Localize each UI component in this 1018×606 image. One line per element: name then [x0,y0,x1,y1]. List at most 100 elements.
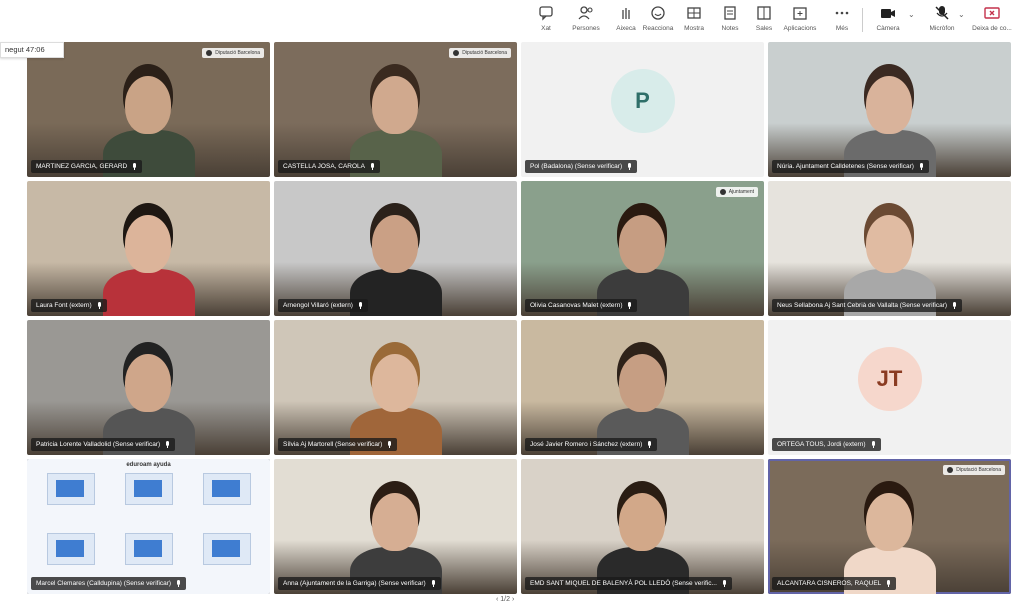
participant-name: ALCANTARA CISNEROS, RAQUEL [777,580,882,587]
camera-icon [866,4,910,22]
microphone-icon [176,580,181,587]
participant-tile[interactable]: Anna (Ajuntament de la Garriga) (Sense v… [274,459,517,594]
participant-tile[interactable]: José Javier Romero i Sánchez (extern) [521,320,764,455]
microphone-icon [165,441,170,448]
toolbar-share-button[interactable]: Deixa de co... [970,4,1014,36]
toolbar-label: Xat [541,25,551,32]
avatar: P [610,69,675,134]
participant-tile[interactable]: Laura Font (extern) [27,181,270,316]
meeting-toolbar: Xat Persones Aixeca Reacciona Mostra Notes Sal… [520,0,1018,38]
participant-name: MARTINEZ GARCIA, GERARD [36,163,128,170]
toolbar-microphone-button[interactable]: Micròfon [920,4,964,36]
participant-video [521,320,764,455]
toolbar-camera-button[interactable]: Càmera [866,4,910,36]
organization-logo: Diputació Barcelona [943,465,1005,475]
apps-icon [778,4,822,22]
microphone-icon [886,580,891,587]
toolbar-label: Càmera [876,25,900,32]
chat-icon [524,4,568,22]
shared-screen-thumbnail [203,473,251,505]
participant-video [274,320,517,455]
participant-name-label: José Javier Romero i Sánchez (extern) [525,438,658,451]
toolbar-chat-button[interactable]: Xat [524,4,568,36]
participant-tile[interactable]: Neus Sellabona Aj Sant Cebrià de Vallalt… [768,181,1011,316]
microphone-icon [132,163,137,170]
participant-tile[interactable]: Sílvia Aj Martorell (Sense verificar) [274,320,517,455]
participant-video [768,459,1011,594]
participant-name-label: Sílvia Aj Martorell (Sense verificar) [278,438,398,451]
people-icon [564,4,608,22]
toolbar-label: Més [835,25,849,32]
participant-tile[interactable]: Patricia Lorente Valladolid (Sense verif… [27,320,270,455]
microphone-icon [952,302,957,309]
participant-tile[interactable]: EMD SANT MIQUEL DE BALENYÀ POL LLEDÓ (Se… [521,459,764,594]
participant-video [274,181,517,316]
toolbar-label: Deixa de co... [972,25,1012,32]
participant-name-label: CASTELLA JOSA, CAROLA [278,160,381,173]
participant-tile[interactable]: Ajuntament Olivia Casanovas Malet (extern… [521,181,764,316]
shared-screen-title: eduroam ayuda [126,462,171,468]
organization-logo: Ajuntament [715,187,758,197]
more-icon [820,4,864,22]
participant-name: Sílvia Aj Martorell (Sense verificar) [283,441,383,448]
chevron-down-icon[interactable]: ⌄ [958,10,965,19]
participant-tile[interactable]: Diputació Barcelona CASTELLA JOSA, CAROLA [274,42,517,177]
participant-name-label: Anna (Ajuntament de la Garriga) (Sense v… [278,577,441,590]
participant-name: Arnengol Villaró (extern) [283,302,353,309]
toolbar-people-button[interactable]: Persones [564,4,608,36]
microphone-icon [358,302,363,309]
participant-name: Núria. Ajuntament Calldetenes (Sense ver… [777,163,914,170]
microphone-icon [647,441,652,448]
avatar: JT [857,347,922,412]
participant-tile[interactable]: Diputació Barcelona ALCANTARA CISNEROS, R… [768,459,1011,594]
microphone-icon [627,302,632,309]
participant-tile[interactable]: Núria. Ajuntament Calldetenes (Sense ver… [768,42,1011,177]
participant-name-label: ALCANTARA CISNEROS, RAQUEL [772,577,897,590]
video-grid: Diputació Barcelona MARTINEZ GARCIA, GERA… [27,42,1011,594]
shared-screen: eduroam ayuda [27,459,270,594]
chevron-down-icon[interactable]: ⌄ [908,10,915,19]
participant-name-label: Pol (Badalona) (Sense verificar) [525,160,638,173]
participant-tile[interactable]: eduroam ayuda Marcel Clemares (Calldupina… [27,459,270,594]
participant-video [768,181,1011,316]
toolbar-more-button[interactable]: Més [820,4,864,36]
participant-tile[interactable]: P Pol (Badalona) (Sense verificar) [521,42,764,177]
participant-name: Olivia Casanovas Malet (extern) [530,302,623,309]
participant-tile[interactable]: Arnengol Villaró (extern) [274,181,517,316]
participant-video [521,181,764,316]
participant-name: EMD SANT MIQUEL DE BALENYÀ POL LLEDÓ (Se… [530,580,717,587]
toolbar-label: Aplicacions [783,25,817,32]
microphone-icon [97,302,102,309]
participant-name: ORTEGA TOUS, Jordi (extern) [777,441,866,448]
participant-name-label: Neus Sellabona Aj Sant Cebrià de Vallalt… [772,299,963,312]
participant-name-label: MARTINEZ GARCIA, GERARD [31,160,143,173]
shared-screen-thumbnail [203,533,251,565]
participant-video [768,42,1011,177]
participant-name: José Javier Romero i Sánchez (extern) [530,441,643,448]
organization-logo: Diputació Barcelona [202,48,264,58]
microphone-icon [387,441,392,448]
toolbar-apps-button[interactable]: Aplicacions [778,4,822,36]
toolbar-label: Micròfon [929,25,955,32]
microphone-icon [370,163,375,170]
participant-name: Anna (Ajuntament de la Garriga) (Sense v… [283,580,426,587]
participant-video [27,181,270,316]
participant-video [27,42,270,177]
participant-tile[interactable]: JT ORTEGA TOUS, Jordi (extern) [768,320,1011,455]
participant-name: Neus Sellabona Aj Sant Cebrià de Vallalt… [777,302,948,309]
grid-pager[interactable]: ‹ 1/2 › [496,596,514,603]
participant-video [274,459,517,594]
participant-name: Laura Font (extern) [36,302,92,309]
participant-name-label: Laura Font (extern) [31,299,107,312]
participant-name: Marcel Clemares (Calldupina) (Sense veri… [36,580,172,587]
participant-name-label: Núria. Ajuntament Calldetenes (Sense ver… [772,160,929,173]
participant-name: Pol (Badalona) (Sense verificar) [530,163,623,170]
participant-name: Patricia Lorente Valladolid (Sense verif… [36,441,161,448]
participant-video [27,320,270,455]
participant-name-label: ORTEGA TOUS, Jordi (extern) [772,438,881,451]
microphone-icon [627,163,632,170]
microphone-icon [722,580,727,587]
organization-logo: Diputació Barcelona [449,48,511,58]
participant-name-label: Arnengol Villaró (extern) [278,299,368,312]
participant-tile[interactable]: Diputació Barcelona MARTINEZ GARCIA, GERA… [27,42,270,177]
